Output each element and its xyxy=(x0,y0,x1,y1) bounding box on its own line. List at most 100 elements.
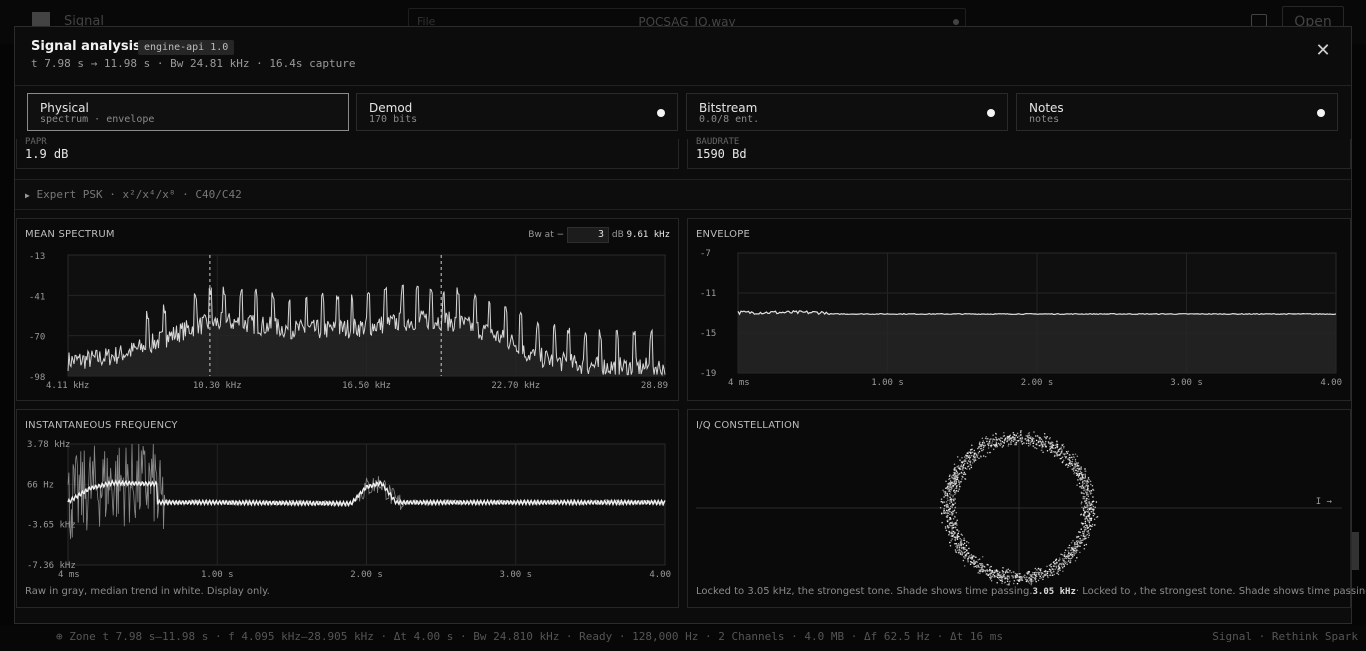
iq-sample-point xyxy=(1085,528,1087,531)
y-tick-label: -13 xyxy=(29,252,45,262)
iq-sample-point xyxy=(1027,439,1029,441)
iq-sample-point xyxy=(967,560,969,562)
tab-notes[interactable]: Notes notes xyxy=(1016,93,1338,131)
iq-sample-point xyxy=(1030,574,1032,576)
expand-arrow-icon: ▶ xyxy=(25,191,30,200)
iq-sample-point xyxy=(986,563,988,566)
iq-sample-point xyxy=(1057,569,1059,571)
iq-sample-point xyxy=(970,466,973,469)
iq-sample-point xyxy=(1004,577,1006,579)
iq-sample-point xyxy=(1071,464,1074,467)
iq-sample-point xyxy=(1055,444,1057,446)
iq-sample-point xyxy=(956,544,958,546)
iq-sample-point xyxy=(1076,546,1078,549)
iq-sample-point xyxy=(1058,562,1061,565)
iq-sample-point xyxy=(1079,537,1081,540)
iq-sample-point xyxy=(995,441,998,444)
tab-bitstream[interactable]: Bitstream 0.0/8 ent. xyxy=(686,93,1008,131)
tab-indicator-dot-icon xyxy=(1317,109,1325,117)
iq-sample-point xyxy=(1069,465,1071,467)
iq-sample-point xyxy=(1068,454,1071,456)
iq-sample-point xyxy=(966,549,968,552)
iq-sample-point xyxy=(947,512,949,514)
spectrum-chart[interactable]: -13 -41 -70 -984.11 kHz 10.30 kHz 16.50 kHz 22… xyxy=(17,219,678,400)
iq-sample-point xyxy=(1013,580,1016,582)
iq-sample-point xyxy=(1066,554,1069,556)
y-tick-label: -11 xyxy=(700,289,716,299)
iq-sample-point xyxy=(1071,456,1073,459)
instantaneous-frequency-chart[interactable]: 3.78 kHz66 Hz-3.65 kHz-7.36 kHz4 ms 1.00 … xyxy=(17,410,678,607)
tab-physical[interactable]: Physical spectrum · envelope xyxy=(27,93,349,131)
papr-field: PAPR 1.9 dB xyxy=(16,137,679,169)
iq-sample-point xyxy=(995,575,997,578)
iq-sample-point xyxy=(1010,571,1013,574)
iq-sample-point xyxy=(1058,559,1060,562)
iq-sample-point xyxy=(1037,579,1040,582)
iq-sample-point xyxy=(1063,455,1066,457)
iq-sample-point xyxy=(969,456,971,458)
iq-sample-point xyxy=(992,573,994,576)
iq-sample-point xyxy=(1056,443,1059,446)
iq-sample-point xyxy=(952,512,954,515)
iq-sample-point xyxy=(1020,575,1023,578)
iq-sample-point xyxy=(1057,570,1059,573)
iq-sample-point xyxy=(986,451,989,454)
iq-sample-point xyxy=(946,488,949,491)
background-scrollbar[interactable] xyxy=(1351,532,1359,570)
constellation-chart[interactable]: I → xyxy=(688,410,1350,607)
iq-sample-point xyxy=(1084,500,1086,503)
iq-sample-point xyxy=(953,498,956,500)
iq-sample-point xyxy=(974,459,977,462)
iq-sample-point xyxy=(948,492,951,495)
iq-sample-point xyxy=(955,545,957,548)
iq-sample-point xyxy=(945,529,948,532)
iq-sample-point xyxy=(984,444,986,447)
iq-sample-point xyxy=(1080,486,1083,488)
iq-sample-point xyxy=(1074,545,1076,548)
iq-sample-point xyxy=(969,554,971,557)
x-tick-label: 4.00 xyxy=(1320,378,1342,388)
iq-sample-point xyxy=(1000,575,1002,578)
iq-sample-point xyxy=(1092,489,1095,491)
iq-sample-point xyxy=(1001,437,1003,439)
iq-sample-point xyxy=(1085,501,1087,504)
iq-sample-point xyxy=(956,472,959,474)
iq-sample-point xyxy=(1089,504,1092,506)
iq-sample-point xyxy=(1023,442,1025,444)
iq-sample-point xyxy=(963,539,966,541)
iq-sample-point xyxy=(943,490,945,493)
iq-sample-point xyxy=(1083,488,1086,490)
iq-sample-point xyxy=(978,457,980,460)
iq-sample-point xyxy=(951,532,953,535)
envelope-chart[interactable]: -7 -11 -15 -19 4 ms 1.00 s 2.00 s 3.00 s 4.00 xyxy=(688,219,1350,400)
iq-sample-point xyxy=(1082,486,1085,489)
iq-sample-point xyxy=(1082,476,1084,479)
close-button[interactable]: ✕ xyxy=(1313,41,1333,61)
iq-sample-point xyxy=(1077,462,1080,464)
iq-sample-point xyxy=(1092,496,1094,498)
file-status-dot-icon xyxy=(953,19,959,25)
iq-sample-point xyxy=(1069,557,1072,560)
expert-psk-toggle[interactable]: ▶ Expert PSK · x²/x⁴/x⁸ · C40/C42 xyxy=(15,179,1351,210)
iq-sample-point xyxy=(1084,537,1087,540)
iq-sample-point xyxy=(951,531,953,533)
iq-sample-point xyxy=(1034,567,1037,570)
iq-sample-point xyxy=(1070,541,1073,544)
iq-sample-point xyxy=(1032,580,1034,582)
iq-sample-point xyxy=(1074,547,1076,549)
iq-sample-point xyxy=(950,540,952,542)
iq-sample-point xyxy=(1074,460,1077,462)
tab-demod[interactable]: Demod 170 bits xyxy=(356,93,678,131)
iq-sample-point xyxy=(1046,449,1049,452)
iq-sample-point xyxy=(1008,443,1010,445)
iq-sample-point xyxy=(952,490,955,492)
iq-sample-point xyxy=(1079,477,1082,479)
iq-sample-point xyxy=(1095,501,1098,503)
iq-sample-point xyxy=(962,559,965,562)
signal-analysis-dialog: Signal analysis engine-api 1.0 t 7.98 s … xyxy=(14,26,1366,624)
iq-sample-point xyxy=(1084,468,1086,470)
iq-sample-point xyxy=(946,483,949,485)
iq-sample-point xyxy=(962,469,964,471)
iq-sample-point xyxy=(957,479,960,482)
iq-sample-point xyxy=(1058,566,1061,569)
